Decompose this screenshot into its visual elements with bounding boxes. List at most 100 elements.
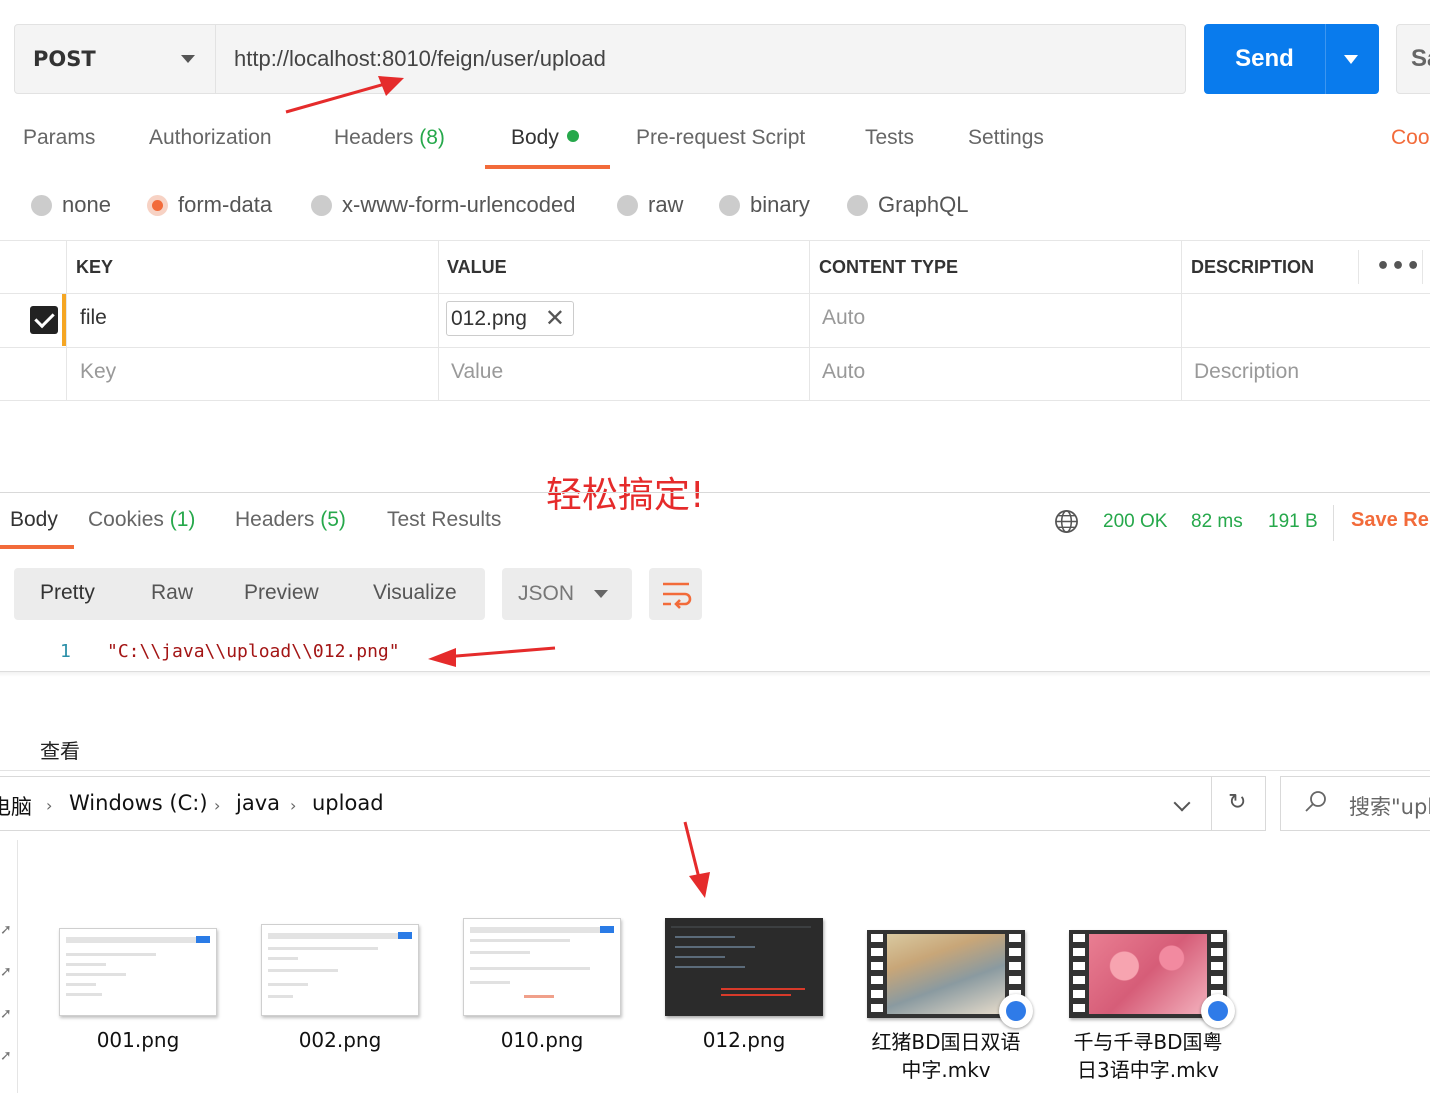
- close-icon[interactable]: ✕: [545, 304, 565, 333]
- save-response-button[interactable]: Save Re: [1351, 509, 1429, 532]
- status-code[interactable]: 200 OK: [1103, 511, 1167, 533]
- radio-form-data[interactable]: form-data: [147, 190, 272, 220]
- response-tab-test-results[interactable]: Test Results: [387, 508, 501, 532]
- thumb-bar: [470, 927, 600, 933]
- file-chip[interactable]: 012.png ✕: [446, 301, 574, 336]
- thumb-line: [675, 946, 755, 948]
- chevron-right-icon[interactable]: ›: [46, 796, 52, 815]
- file-item[interactable]: 002.png: [250, 918, 430, 1054]
- refresh-icon[interactable]: ↻: [1228, 790, 1246, 815]
- response-tab-body[interactable]: Body: [10, 508, 58, 532]
- format-select[interactable]: JSON: [502, 568, 632, 620]
- globe-icon[interactable]: [1054, 509, 1079, 534]
- tab-count: (5): [320, 508, 346, 531]
- view-pretty[interactable]: Pretty: [40, 581, 95, 605]
- save-button[interactable]: Sa: [1396, 24, 1430, 94]
- view-preview[interactable]: Preview: [244, 581, 319, 605]
- tab-authorization[interactable]: Authorization: [149, 126, 272, 160]
- row-checkbox[interactable]: [30, 306, 58, 334]
- thumb-line: [66, 963, 106, 966]
- response-size[interactable]: 191 B: [1268, 511, 1318, 533]
- thumb-button: [398, 932, 412, 939]
- breadcrumb-java[interactable]: java: [236, 791, 280, 815]
- tab-pre-request-script[interactable]: Pre-request Script: [636, 126, 805, 160]
- row-marker: [62, 294, 66, 346]
- image-thumbnail: [59, 928, 217, 1016]
- video-frame: [1089, 934, 1207, 1014]
- send-button[interactable]: Send: [1204, 24, 1379, 94]
- file-item[interactable]: 012.png: [654, 918, 834, 1054]
- pin-icon[interactable]: ➚: [0, 1048, 12, 1064]
- file-name: 012.png: [702, 1028, 786, 1052]
- chevron-right-icon[interactable]: ›: [290, 796, 296, 815]
- search-placeholder: 搜索"upl: [1349, 795, 1430, 819]
- tab-params[interactable]: Params: [23, 126, 95, 160]
- file-name-line: 千与千寻BD国粤: [1073, 1030, 1223, 1054]
- file-item[interactable]: 红猪BD国日双语 中字.mkv: [856, 918, 1036, 1084]
- chevron-down-icon[interactable]: [1173, 794, 1191, 812]
- response-time[interactable]: 82 ms: [1191, 511, 1243, 533]
- tab-body[interactable]: Body: [511, 126, 579, 160]
- radio-selected-icon: [147, 194, 168, 216]
- tab-label: Test Results: [387, 508, 502, 531]
- tab-headers[interactable]: Headers (8): [334, 126, 445, 160]
- table-border: [0, 240, 1430, 241]
- pin-icon[interactable]: ➚: [0, 964, 12, 980]
- request-url-bar: POST http://localhost:8010/feign/user/up…: [14, 24, 1186, 94]
- thumb-bar: [268, 933, 398, 939]
- breadcrumb-this-pc[interactable]: 电脑: [0, 791, 32, 821]
- thumb-line: [268, 983, 308, 986]
- thumb-button: [600, 926, 614, 933]
- tab-settings[interactable]: Settings: [968, 126, 1044, 160]
- value-placeholder[interactable]: Value: [451, 360, 503, 384]
- file-name-line: 日3语中字.mkv: [1077, 1058, 1219, 1082]
- file-item[interactable]: 010.png: [452, 918, 632, 1054]
- radio-binary[interactable]: binary: [719, 190, 810, 220]
- key-cell[interactable]: file: [80, 306, 107, 330]
- radio-graphql[interactable]: GraphQL: [847, 190, 969, 220]
- send-divider: [1325, 24, 1326, 94]
- response-code-line[interactable]: "C:\\java\\upload\\012.png": [107, 641, 400, 662]
- content-type-cell[interactable]: Auto: [822, 306, 865, 330]
- response-tab-cookies[interactable]: Cookies (1): [88, 508, 195, 532]
- breadcrumb-upload[interactable]: upload: [312, 791, 384, 815]
- radio-x-www-form-urlencoded[interactable]: x-www-form-urlencoded: [311, 190, 576, 220]
- address-bar[interactable]: 电脑 › Windows (C:) › java › upload ↻: [0, 776, 1266, 831]
- more-options-icon[interactable]: •••: [1376, 254, 1421, 279]
- radio-label: x-www-form-urlencoded: [342, 192, 576, 217]
- key-placeholder[interactable]: Key: [80, 360, 116, 384]
- chevron-right-icon[interactable]: ›: [214, 796, 220, 815]
- breadcrumb-windows-c[interactable]: Windows (C:): [69, 791, 208, 815]
- thumb-line: [268, 995, 293, 998]
- column-header-content-type: CONTENT TYPE: [819, 257, 959, 277]
- wrap-lines-icon[interactable]: [649, 568, 702, 620]
- view-visualize[interactable]: Visualize: [373, 581, 457, 605]
- response-tab-headers[interactable]: Headers (5): [235, 508, 346, 532]
- tab-tests[interactable]: Tests: [865, 126, 914, 160]
- ribbon-tab-view[interactable]: 查看: [40, 735, 80, 764]
- active-tab-indicator: [0, 545, 74, 549]
- arrow-file: [683, 821, 702, 883]
- radio-none[interactable]: none: [31, 190, 111, 220]
- tab-label: Headers: [334, 126, 414, 149]
- tab-label: Body: [511, 126, 559, 149]
- chevron-down-icon[interactable]: [1344, 55, 1358, 64]
- radio-label: form-data: [178, 192, 273, 217]
- pin-icon[interactable]: ➚: [0, 1006, 12, 1022]
- file-item[interactable]: 千与千寻BD国粤 日3语中字.mkv: [1058, 918, 1238, 1084]
- content-type-placeholder[interactable]: Auto: [822, 360, 865, 384]
- radio-icon: [719, 194, 740, 216]
- url-input[interactable]: http://localhost:8010/feign/user/upload: [216, 25, 1185, 93]
- view-raw[interactable]: Raw: [151, 581, 193, 605]
- arrow-head: [689, 872, 710, 898]
- file-item[interactable]: 001.png: [48, 918, 228, 1054]
- radio-icon: [311, 194, 332, 216]
- description-placeholder[interactable]: Description: [1194, 360, 1299, 384]
- radio-raw[interactable]: raw: [617, 190, 683, 220]
- pin-icon[interactable]: ➚: [0, 922, 12, 938]
- column-header-description: DESCRIPTION: [1191, 257, 1315, 277]
- method-select[interactable]: POST: [15, 25, 216, 93]
- file-name: 010.png: [500, 1028, 584, 1052]
- cookies-link[interactable]: Coo: [1391, 126, 1430, 150]
- search-input[interactable]: 搜索"upl: [1280, 776, 1430, 831]
